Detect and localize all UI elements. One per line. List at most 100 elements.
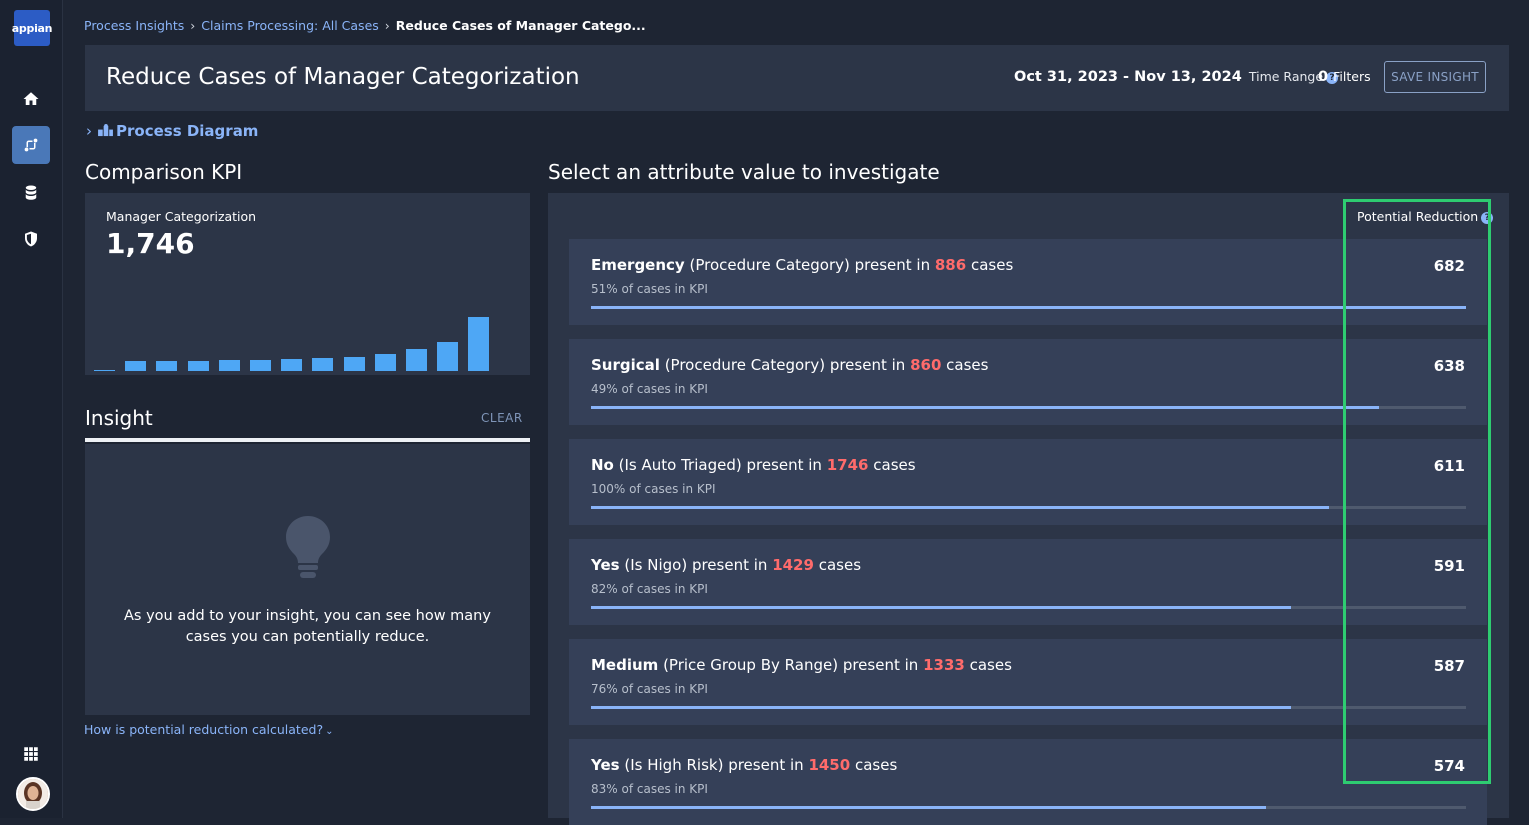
appian-logo[interactable]: appian [12, 10, 53, 46]
breadcrumb-current: Reduce Cases of Manager Catego... [395, 18, 646, 33]
filters-control[interactable]: 0 Filters [1318, 69, 1371, 85]
kpi-percentage: 83% of cases in KPI [591, 782, 708, 796]
date-range-value: Oct 31, 2023 - Nov 13, 2024 [1014, 69, 1242, 85]
attribute-name: (Procedure Category) present in [689, 256, 931, 274]
help-link-label: How is potential reduction calculated? [84, 722, 324, 737]
apps-grid-icon[interactable] [12, 735, 50, 773]
lightbulb-icon [286, 516, 330, 578]
reduction-bar-track [591, 606, 1466, 609]
cases-suffix: cases [969, 656, 1012, 674]
case-count: 886 [934, 256, 967, 274]
chevron-right-icon: › [384, 18, 390, 33]
clear-insight-button[interactable]: CLEAR [481, 411, 523, 425]
attribute-value: Emergency [591, 256, 685, 274]
kpi-label: Manager Categorization [106, 209, 257, 224]
sparkline-bar [437, 342, 459, 371]
home-icon[interactable] [12, 80, 50, 118]
left-nav-rail: appian [0, 0, 63, 818]
reduction-bar-track [591, 806, 1466, 809]
chevron-right-icon: › [190, 18, 196, 33]
case-count: 1746 [826, 456, 869, 474]
user-avatar[interactable] [16, 777, 50, 811]
process-diagram-toggle[interactable]: › Process Diagram [86, 122, 258, 140]
insight-header: Reduce Cases of Manager Categorization O… [85, 45, 1509, 111]
case-count: 1333 [923, 656, 965, 674]
sparkline-bar [312, 358, 334, 371]
reduction-bar-fill [591, 406, 1379, 409]
sparkline-bar [156, 361, 178, 371]
page-title: Reduce Cases of Manager Categorization [106, 64, 580, 90]
cases-suffix: cases [946, 356, 989, 374]
case-count: 860 [910, 356, 942, 374]
breadcrumb-process-insights[interactable]: Process Insights [84, 18, 184, 33]
cases-suffix: cases [818, 556, 862, 574]
time-range-label: Time Range [1248, 69, 1324, 84]
kpi-card[interactable]: Manager Categorization 1,746 [85, 193, 530, 375]
insight-empty-text: As you add to your insight, you can see … [124, 608, 491, 645]
chevron-right-icon: › [86, 122, 92, 140]
attribute-description: Surgical (Procedure Category) present in… [591, 356, 988, 374]
shield-icon[interactable] [12, 220, 50, 258]
reduction-bar-fill [591, 306, 1466, 309]
potential-reduction-help-link[interactable]: How is potential reduction calculated? ⌄ [84, 722, 333, 737]
sparkline-bar [187, 361, 209, 371]
attributes-title: Select an attribute value to investigate [548, 160, 940, 184]
attribute-description: No (Is Auto Triaged) present in 1746 cas… [591, 456, 916, 474]
database-icon[interactable] [12, 174, 50, 212]
comparison-kpi-title: Comparison KPI [85, 160, 243, 184]
sparkline-bar [406, 349, 427, 371]
attribute-description: Yes (Is High Risk) present in 1450 cases [591, 756, 897, 774]
reduction-bar-track [591, 706, 1466, 709]
kpi-percentage: 49% of cases in KPI [591, 382, 708, 396]
reduction-bar-track [591, 306, 1466, 309]
attribute-name: (Procedure Category) present in [664, 356, 906, 374]
attribute-name: (Is High Risk) present in [624, 756, 804, 774]
attribute-name: (Is Nigo) present in [624, 556, 768, 574]
sparkline-bar [218, 360, 240, 371]
breadcrumb-claims-processing[interactable]: Claims Processing: All Cases [201, 18, 379, 33]
filters-label: Filters [1333, 69, 1371, 84]
insight-title: Insight [85, 406, 153, 430]
sparkline-bar [343, 357, 365, 371]
chevron-down-icon: ⌄ [325, 726, 334, 737]
cases-suffix: cases [970, 256, 1014, 274]
attribute-description: Emergency (Procedure Category) present i… [591, 256, 1013, 274]
kpi-value: 1,746 [106, 227, 195, 260]
reduction-bar-track [591, 506, 1466, 509]
process-diagram-label: Process Diagram [116, 122, 259, 140]
attribute-value: No [591, 456, 614, 474]
attribute-name: (Is Auto Triaged) present in [618, 456, 822, 474]
highlight-box [1343, 199, 1491, 784]
kpi-sparkline [93, 307, 493, 371]
sparkline-bar [94, 370, 115, 371]
attribute-value: Medium [591, 656, 659, 674]
kpi-percentage: 51% of cases in KPI [591, 282, 708, 296]
reduction-bar-fill [591, 806, 1266, 809]
reduction-bar-fill [591, 706, 1291, 709]
process-diagram-icon [98, 124, 113, 137]
filters-count: 0 [1318, 69, 1329, 85]
save-insight-button[interactable]: SAVE INSIGHT [1384, 61, 1486, 93]
attribute-description: Medium (Price Group By Range) present in… [591, 656, 1012, 674]
cases-suffix: cases [873, 456, 916, 474]
process-icon[interactable] [12, 126, 50, 164]
sparkline-bar [125, 361, 147, 371]
sparkline-bar [374, 354, 396, 371]
insight-empty-card: As you add to your insight, you can see … [85, 444, 530, 715]
reduction-bar-fill [591, 606, 1291, 609]
attribute-name: (Price Group By Range) present in [663, 656, 919, 674]
case-count: 1429 [772, 556, 814, 574]
cases-suffix: cases [854, 756, 898, 774]
sparkline-bar [281, 359, 303, 371]
attribute-value: Yes [591, 756, 620, 774]
attribute-description: Yes (Is Nigo) present in 1429 cases [591, 556, 861, 574]
attribute-value: Yes [591, 556, 620, 574]
breadcrumb: Process Insights › Claims Processing: All … [84, 18, 646, 33]
kpi-percentage: 100% of cases in KPI [591, 482, 716, 496]
attribute-value: Surgical [591, 356, 660, 374]
kpi-percentage: 76% of cases in KPI [591, 682, 708, 696]
sparkline-bar [250, 360, 271, 371]
reduction-bar-track [591, 406, 1466, 409]
sparkline-bar [468, 317, 490, 371]
time-range[interactable]: Oct 31, 2023 - Nov 13, 2024 Time Range? [1014, 69, 1339, 85]
